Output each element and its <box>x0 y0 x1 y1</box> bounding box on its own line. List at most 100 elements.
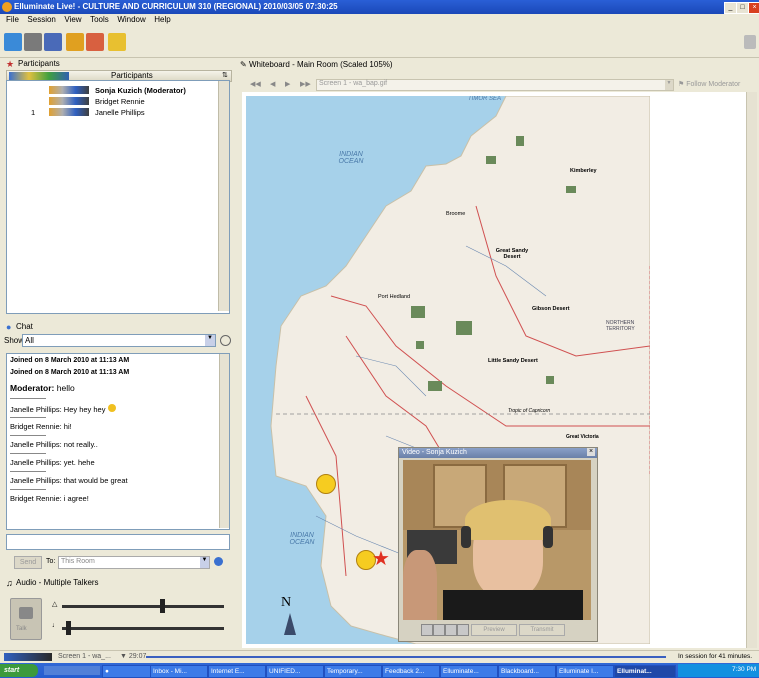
quick-launch-icons[interactable] <box>44 666 100 675</box>
send-button[interactable]: Send <box>14 556 42 569</box>
taskbar-item[interactable]: ● <box>102 665 152 678</box>
word-icon: ● <box>105 668 109 675</box>
microphone-icon: ♫ <box>6 578 13 588</box>
status-icons[interactable] <box>9 72 69 80</box>
screen-icon[interactable] <box>44 33 62 51</box>
record-icon[interactable] <box>86 33 104 51</box>
participants-title: Participants <box>18 59 60 68</box>
video-window[interactable]: Video - Sonja Kuzich × Preview Transmit <box>398 447 598 642</box>
prev-screen-icon[interactable]: ◀◀ <box>250 80 261 88</box>
star-stamp-icon[interactable]: ★ <box>372 546 390 571</box>
chevron-down-icon[interactable]: ▼ <box>205 335 215 346</box>
whiteboard-scrollbar[interactable] <box>746 92 757 648</box>
north-arrow: N <box>281 595 292 610</box>
print-icon[interactable] <box>24 33 42 51</box>
microphone-volume-slider[interactable] <box>62 605 224 608</box>
map-label: Kimberley <box>570 168 597 174</box>
presenter-hair <box>465 500 551 540</box>
windows-taskbar: start ● Inbox - Mi... Internet E... UNIF… <box>0 663 759 678</box>
whiteboard-header: ✎ Whiteboard - Main Room (Scaled 105%) <box>240 60 393 69</box>
status-icons <box>49 97 89 105</box>
video-control-icon[interactable] <box>421 624 433 636</box>
chat-divider <box>10 489 46 490</box>
video-control-icon[interactable] <box>457 624 469 636</box>
search-icon[interactable] <box>744 35 756 49</box>
video-feed <box>403 460 591 620</box>
close-button[interactable]: × <box>748 2 759 14</box>
chat-divider <box>10 435 46 436</box>
taskbar-item[interactable]: Inbox - Mi... <box>150 665 208 678</box>
next-screen-icon[interactable]: ▶▶ <box>300 80 311 88</box>
participant-hand-count: 1 <box>31 108 36 117</box>
taskbar-item[interactable]: Feedback 2... <box>382 665 440 678</box>
status-icons <box>49 108 89 116</box>
sort-icon[interactable]: ⇅ <box>222 71 228 79</box>
smiley-stamp-icon[interactable] <box>316 474 336 494</box>
session-timeline[interactable] <box>146 656 666 658</box>
headphones <box>461 526 471 548</box>
taskbar-item[interactable]: Elluminate... <box>440 665 498 678</box>
start-button[interactable]: start <box>0 664 38 677</box>
chat-message: Janelle Phillips: not really.. <box>10 440 98 449</box>
video-control-icon[interactable] <box>445 624 457 636</box>
participant-row[interactable]: 1 Janelle Phillips <box>7 107 217 119</box>
title-bar: Elluminate Live! - CULTURE AND CURRICULU… <box>0 0 759 14</box>
chat-icon: ● <box>6 322 12 332</box>
save-icon[interactable] <box>4 33 22 51</box>
participants-column-header[interactable]: Participants <box>111 71 153 80</box>
app-icon <box>2 2 12 12</box>
video-transmit-button[interactable]: Transmit <box>519 624 565 636</box>
status-bar: Screen 1 - wa_... ▼ 29:07 In session for… <box>0 650 759 664</box>
microphone-slider-thumb[interactable] <box>160 599 165 613</box>
chat-scrollbar[interactable] <box>219 354 229 528</box>
chat-options-icon[interactable] <box>214 557 223 566</box>
video-preview-button[interactable]: Preview <box>471 624 517 636</box>
video-control-icon[interactable] <box>433 624 445 636</box>
chat-message: Janelle Phillips: yet. hehe <box>10 458 95 467</box>
taskbar-item[interactable]: Temporary... <box>324 665 382 678</box>
chat-filter-select[interactable]: All ▼ <box>22 334 216 347</box>
microphone-level-icon: △ <box>52 601 58 608</box>
taskbar-item[interactable]: Blackboard... <box>498 665 556 678</box>
map-label: INDIAN OCEAN <box>338 151 364 165</box>
taskbar-item-active[interactable]: Elluminat... <box>614 665 676 678</box>
taskbar-item[interactable]: UNIFIED... <box>266 665 324 678</box>
status-time: ▼ 29:07 <box>120 653 147 660</box>
menu-file[interactable]: File <box>6 15 19 24</box>
chat-message: Joined on 8 March 2010 at 11:13 AM <box>10 357 130 364</box>
chevron-down-icon[interactable]: ▼ <box>665 80 673 90</box>
menu-bar: File Session View Tools Window Help <box>0 14 759 27</box>
presenter-clothing <box>443 590 583 620</box>
map-label: Tropic of Capricorn <box>508 408 551 414</box>
taskbar-item[interactable]: Elluminate I... <box>556 665 614 678</box>
speaker-icon: ♩ <box>52 622 59 629</box>
talk-button[interactable]: Talk <box>10 598 42 640</box>
menu-window[interactable]: Window <box>117 15 145 24</box>
back-icon[interactable]: ◀ <box>270 80 275 88</box>
speaker-volume-slider[interactable] <box>62 627 224 630</box>
menu-session[interactable]: Session <box>27 15 55 24</box>
participants-scrollbar[interactable] <box>218 81 229 311</box>
menu-help[interactable]: Help <box>154 15 170 24</box>
chevron-down-icon[interactable]: ▼ <box>200 557 209 568</box>
forward-icon[interactable]: ▶ <box>285 80 290 88</box>
video-close-button[interactable]: × <box>587 448 595 456</box>
map-label: NORTHERN TERRITORY <box>606 320 635 332</box>
refresh-icon[interactable] <box>220 335 231 346</box>
session-duration: In session for 41 minutes. <box>678 653 753 660</box>
chat-input[interactable] <box>6 534 230 550</box>
chat-message: Janelle Phillips: that would be great <box>10 476 128 485</box>
chat-divider <box>10 417 46 418</box>
taskbar-item[interactable]: Internet E... <box>208 665 266 678</box>
playback-controls-icon[interactable] <box>4 653 52 661</box>
chat-log[interactable]: Joined on 8 March 2010 at 11:13 AM Joine… <box>6 353 230 530</box>
follow-moderator-toggle[interactable]: ⚑ Follow Moderator <box>678 80 740 88</box>
pencil-icon: ✎ <box>240 60 247 69</box>
notes-icon[interactable] <box>108 33 126 51</box>
menu-tools[interactable]: Tools <box>90 15 109 24</box>
recipient-select[interactable]: This Room ▼ <box>58 556 210 569</box>
share-icon[interactable] <box>66 33 84 51</box>
speaker-slider-thumb[interactable] <box>66 621 71 635</box>
menu-view[interactable]: View <box>64 15 81 24</box>
screen-select[interactable]: Screen 1 - wa_bap.gif ▼ <box>316 79 674 91</box>
